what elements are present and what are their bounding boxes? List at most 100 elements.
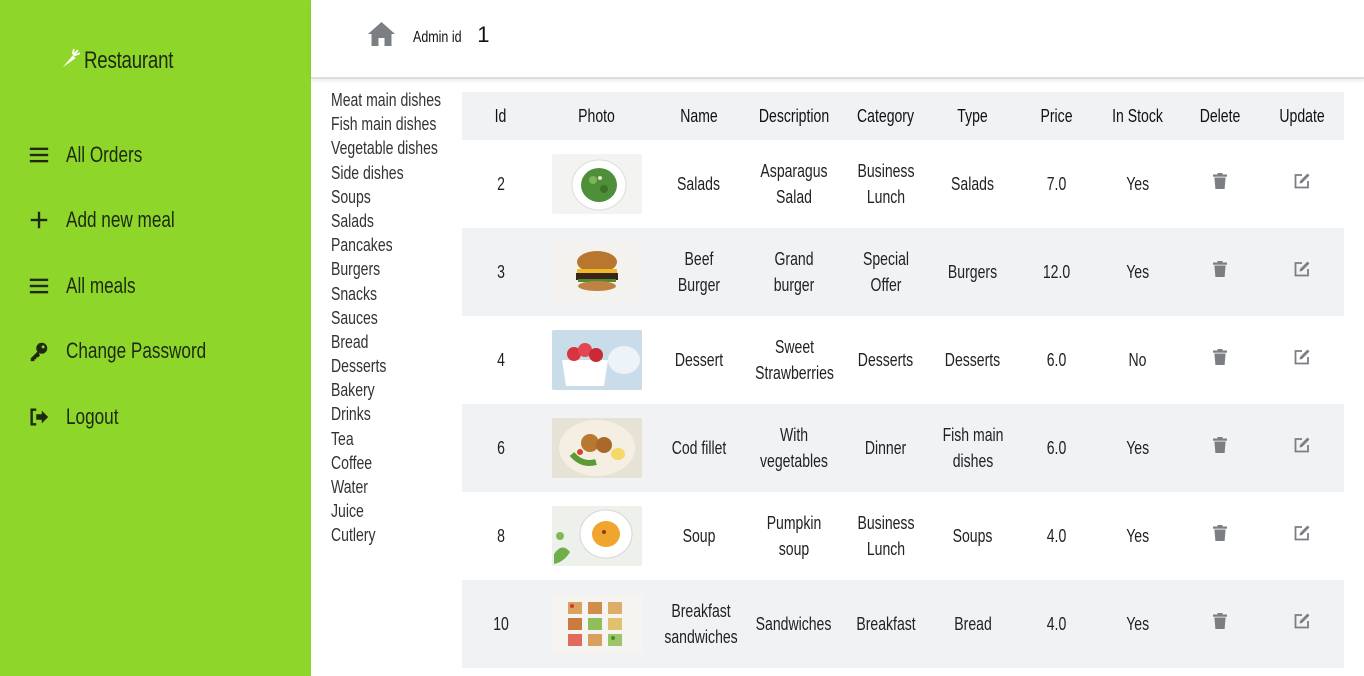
meals-table: Id Photo Name Description Category Type … bbox=[462, 92, 1344, 668]
meal-photo bbox=[552, 330, 642, 390]
category-item[interactable]: Desserts bbox=[331, 354, 456, 378]
table-row: 10 Breakfast sandwiches Sandwiches Break… bbox=[462, 580, 1344, 668]
category-label: Bakery bbox=[331, 380, 375, 401]
delete-icon[interactable] bbox=[1211, 348, 1229, 366]
column-header-description: Description bbox=[744, 92, 844, 140]
edit-icon[interactable] bbox=[1293, 612, 1311, 630]
delete-icon[interactable] bbox=[1211, 612, 1229, 630]
column-header-id: Id bbox=[462, 92, 540, 140]
cell-name: Breakfast sandwiches bbox=[654, 580, 744, 668]
category-label: Coffee bbox=[331, 452, 373, 473]
category-item[interactable]: Juice bbox=[331, 499, 456, 523]
cell-photo bbox=[540, 492, 654, 580]
column-header-category: Category bbox=[844, 92, 928, 140]
cell-price: 4.0 bbox=[1018, 580, 1096, 668]
category-item[interactable]: Drinks bbox=[331, 402, 456, 426]
category-item[interactable]: Bread bbox=[331, 330, 456, 354]
sidebar-item-label: Add new meal bbox=[66, 207, 175, 232]
cell-name: Cod fillet bbox=[654, 404, 744, 492]
edit-icon[interactable] bbox=[1293, 348, 1311, 366]
category-item[interactable]: Water bbox=[331, 475, 456, 499]
carrot-icon bbox=[60, 48, 82, 75]
admin-id: 1 bbox=[477, 22, 490, 47]
column-header-in-stock: In Stock bbox=[1096, 92, 1180, 140]
category-label: Drinks bbox=[331, 404, 371, 425]
category-item[interactable]: Cutlery bbox=[331, 523, 456, 547]
category-label: Desserts bbox=[331, 356, 387, 377]
category-item[interactable]: Pancakes bbox=[331, 233, 456, 257]
cell-update bbox=[1260, 404, 1344, 492]
table-row: 6 Cod fillet With vegetables Dinner Fish… bbox=[462, 404, 1344, 492]
category-item[interactable]: Salads bbox=[331, 209, 456, 233]
menu-icon bbox=[27, 143, 51, 167]
meal-photo bbox=[552, 506, 642, 566]
cell-update bbox=[1260, 492, 1344, 580]
edit-icon[interactable] bbox=[1293, 436, 1311, 454]
column-header-name: Name bbox=[654, 92, 744, 140]
sidebar-item-label: Logout bbox=[66, 403, 119, 429]
delete-icon[interactable] bbox=[1211, 436, 1229, 454]
category-item[interactable]: Snacks bbox=[331, 282, 456, 306]
sidebar-item-all-orders[interactable]: All Orders bbox=[27, 138, 246, 171]
meal-photo bbox=[552, 154, 642, 214]
delete-icon[interactable] bbox=[1211, 524, 1229, 542]
category-label: Salads bbox=[331, 210, 374, 231]
cell-photo bbox=[540, 404, 654, 492]
delete-icon[interactable] bbox=[1211, 172, 1229, 190]
edit-icon[interactable] bbox=[1293, 172, 1311, 190]
cell-delete bbox=[1180, 492, 1260, 580]
cell-update bbox=[1260, 140, 1344, 228]
category-item[interactable]: Side dishes bbox=[331, 161, 456, 185]
cell-photo bbox=[540, 228, 654, 316]
category-label: Pancakes bbox=[331, 235, 393, 256]
cell-name: Salads bbox=[677, 174, 721, 194]
category-label: Side dishes bbox=[331, 162, 404, 183]
meal-photo bbox=[552, 418, 642, 478]
plus-icon bbox=[27, 208, 51, 232]
cell-delete bbox=[1180, 228, 1260, 316]
category-item[interactable]: Burgers bbox=[331, 257, 456, 281]
sidebar-item-all-meals[interactable]: All meals bbox=[27, 269, 246, 302]
category-item[interactable]: Bakery bbox=[331, 378, 456, 402]
table-header-row: Id Photo Name Description Category Type … bbox=[462, 92, 1344, 140]
category-list: Meat main dishes Fish main dishes Vegeta… bbox=[331, 88, 456, 548]
key-icon bbox=[27, 339, 51, 363]
menu-icon bbox=[27, 274, 51, 298]
cell-id: 6 bbox=[462, 404, 540, 492]
cell-in-stock: Yes bbox=[1096, 580, 1180, 668]
table-row: 2 Salads Asparagus Salad Business Lunch … bbox=[462, 140, 1344, 228]
cell-type: Burgers bbox=[928, 228, 1018, 316]
category-item[interactable]: Fish main dishes bbox=[331, 112, 456, 136]
cell-description: Grand burger bbox=[744, 228, 844, 316]
cell-category: Business Lunch bbox=[857, 161, 915, 207]
cell-update bbox=[1260, 580, 1344, 668]
cell-price: 7.0 bbox=[1047, 174, 1067, 194]
cell-photo bbox=[540, 316, 654, 404]
category-item[interactable]: Meat main dishes bbox=[331, 88, 456, 112]
edit-icon[interactable] bbox=[1293, 524, 1311, 542]
logout-icon bbox=[27, 405, 51, 429]
category-item[interactable]: Soups bbox=[331, 185, 456, 209]
category-item[interactable]: Coffee bbox=[331, 451, 456, 475]
category-item[interactable]: Tea bbox=[331, 427, 456, 451]
category-label: Bread bbox=[331, 331, 369, 352]
delete-icon[interactable] bbox=[1211, 260, 1229, 278]
cell-category: Breakfast bbox=[844, 580, 928, 668]
category-item[interactable]: Sauces bbox=[331, 306, 456, 330]
category-item[interactable]: Vegetable dishes bbox=[331, 136, 456, 160]
edit-icon[interactable] bbox=[1293, 260, 1311, 278]
cell-type: Soups bbox=[953, 526, 993, 546]
sidebar-item-change-password[interactable]: Change Password bbox=[27, 335, 246, 368]
column-header-photo: Photo bbox=[540, 92, 654, 140]
home-icon[interactable] bbox=[367, 21, 396, 47]
meals-table-wrapper: Id Photo Name Description Category Type … bbox=[462, 92, 1344, 668]
cell-photo bbox=[540, 140, 654, 228]
sidebar-item-logout[interactable]: Logout bbox=[27, 400, 246, 433]
cell-type: Desserts bbox=[945, 350, 1001, 370]
cell-price: 6.0 bbox=[1018, 404, 1096, 492]
sidebar-item-add-new-meal[interactable]: Add new meal bbox=[27, 204, 246, 237]
cell-in-stock: Yes bbox=[1096, 404, 1180, 492]
cell-id: 8 bbox=[497, 526, 505, 546]
sidebar-item-label: All Orders bbox=[66, 141, 143, 167]
brand[interactable]: Restaurant bbox=[60, 47, 198, 75]
